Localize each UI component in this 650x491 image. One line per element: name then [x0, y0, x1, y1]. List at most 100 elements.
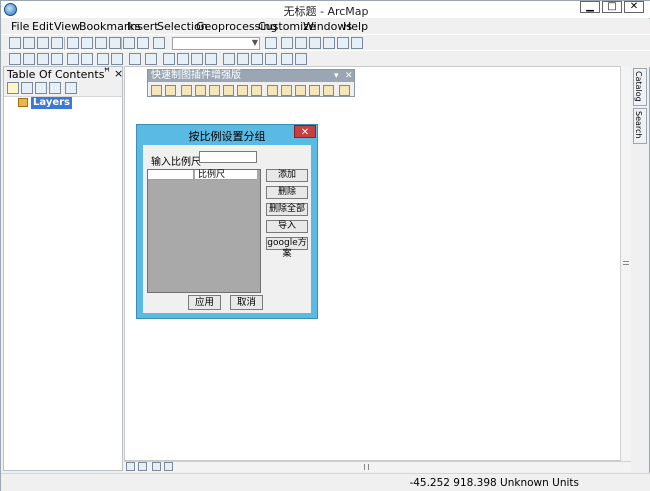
- import-button[interactable]: 导入: [266, 220, 308, 233]
- scale-label: 输入比例尺: [151, 157, 201, 168]
- plugin-tool-13-icon[interactable]: [323, 85, 334, 96]
- toolbar-close-icon[interactable]: ✕: [345, 70, 353, 82]
- copy-icon[interactable]: [81, 37, 93, 49]
- go-to-xy-icon[interactable]: [265, 53, 277, 65]
- plugin-tool-5-icon[interactable]: [209, 85, 220, 96]
- table-of-contents-icon[interactable]: [281, 37, 293, 49]
- menu-edit[interactable]: Edit: [32, 20, 53, 33]
- plugin-tool-3-icon[interactable]: [181, 85, 192, 96]
- clear-selection-icon[interactable]: [145, 53, 157, 65]
- redo-icon[interactable]: [137, 37, 149, 49]
- title-bar: 无标题 - ArcMap ▁ □ ✕: [1, 1, 650, 18]
- window-title: 无标题 - ArcMap: [283, 5, 369, 18]
- list-by-visibility-icon[interactable]: [35, 82, 47, 94]
- html-popup-icon[interactable]: [205, 53, 217, 65]
- hyperlink-icon[interactable]: [191, 53, 203, 65]
- catalog-icon[interactable]: [295, 37, 307, 49]
- minimize-button[interactable]: ▁: [580, 1, 600, 13]
- horizontal-scrollbar[interactable]: [124, 461, 631, 472]
- zoom-in-icon[interactable]: [9, 53, 21, 65]
- plugin-tool-2-icon[interactable]: [165, 85, 176, 96]
- delete-icon[interactable]: [109, 37, 121, 49]
- layout-view-icon[interactable]: [138, 462, 147, 471]
- editor-toolbar-icon[interactable]: [265, 37, 277, 49]
- list-by-source-icon[interactable]: [21, 82, 33, 94]
- list-by-selection-icon[interactable]: [49, 82, 61, 94]
- refresh-icon[interactable]: [152, 462, 161, 471]
- toc-toolbar: [4, 81, 122, 97]
- list-by-drawing-order-icon[interactable]: [7, 82, 19, 94]
- plugin-tool-9-icon[interactable]: [267, 85, 278, 96]
- search-icon[interactable]: [309, 37, 321, 49]
- back-extent-icon[interactable]: [97, 53, 109, 65]
- find-icon[interactable]: [237, 53, 249, 65]
- print-icon[interactable]: [51, 37, 63, 49]
- vertical-scrollbar[interactable]: [620, 66, 631, 461]
- measure-icon[interactable]: [223, 53, 235, 65]
- plugin-tool-11-icon[interactable]: [295, 85, 306, 96]
- pause-drawing-icon[interactable]: [164, 462, 173, 471]
- cancel-button[interactable]: 取消: [230, 295, 263, 310]
- fixed-zoom-in-icon[interactable]: [67, 53, 79, 65]
- python-icon[interactable]: [337, 37, 349, 49]
- fixed-zoom-out-icon[interactable]: [81, 53, 93, 65]
- plugin-tool-12-icon[interactable]: [309, 85, 320, 96]
- scale-input[interactable]: [199, 151, 257, 163]
- data-view-icon[interactable]: [126, 462, 135, 471]
- map-scale-combo[interactable]: ▼: [172, 37, 260, 50]
- plugin-tool-10-icon[interactable]: [281, 85, 292, 96]
- pan-icon[interactable]: [37, 53, 49, 65]
- plugin-tool-1-icon[interactable]: [151, 85, 162, 96]
- cut-icon[interactable]: [67, 37, 79, 49]
- add-data-icon[interactable]: [153, 37, 165, 49]
- identify-icon[interactable]: [177, 53, 189, 65]
- open-icon[interactable]: [23, 37, 35, 49]
- arctoolbox-icon[interactable]: [323, 37, 335, 49]
- menu-view[interactable]: View: [54, 20, 80, 33]
- toolbar-separator: [64, 37, 65, 50]
- close-button[interactable]: ✕: [624, 1, 644, 13]
- plugin-tool-6-icon[interactable]: [223, 85, 234, 96]
- menu-insert[interactable]: Insert: [127, 20, 159, 33]
- save-icon[interactable]: [37, 37, 49, 49]
- new-document-icon[interactable]: [9, 37, 21, 49]
- zoom-out-icon[interactable]: [23, 53, 35, 65]
- status-bar: -45.252 918.398 Unknown Units: [1, 473, 650, 491]
- google-scheme-button[interactable]: google方案: [266, 237, 308, 259]
- pin-icon[interactable]: ꟸ: [104, 67, 110, 78]
- plugin-tool-7-icon[interactable]: [237, 85, 248, 96]
- delete-button[interactable]: 删除: [266, 186, 308, 199]
- scale-grid[interactable]: 比例尺: [147, 169, 261, 293]
- plugin-tool-8-icon[interactable]: [251, 85, 262, 96]
- catalog-tab-label: Catalog: [634, 71, 643, 102]
- search-tab[interactable]: Search: [633, 108, 647, 144]
- right-dock: Catalog Search: [632, 66, 649, 461]
- quick-mapping-toolbar-title[interactable]: 快速制图插件增强版: [148, 70, 354, 82]
- toc-options-icon[interactable]: [65, 82, 77, 94]
- plugin-tool-14-icon[interactable]: [339, 85, 350, 96]
- undo-icon[interactable]: [123, 37, 135, 49]
- add-button[interactable]: 添加: [266, 169, 308, 182]
- viewer-window-icon[interactable]: [295, 53, 307, 65]
- modelbuilder-icon[interactable]: [351, 37, 363, 49]
- layers-label[interactable]: Layers: [31, 97, 72, 109]
- apply-button[interactable]: 应用: [188, 295, 221, 310]
- plugin-tool-4-icon[interactable]: [195, 85, 206, 96]
- time-slider-icon[interactable]: [281, 53, 293, 65]
- grid-row-header: [148, 170, 194, 180]
- paste-icon[interactable]: [95, 37, 107, 49]
- delete-all-button[interactable]: 删除全部: [266, 203, 308, 216]
- toc-close-icon[interactable]: ×: [114, 67, 123, 80]
- full-extent-icon[interactable]: [51, 53, 63, 65]
- toolbar-menu-icon[interactable]: ▾: [334, 70, 339, 82]
- select-features-icon[interactable]: [129, 53, 141, 65]
- dialog-close-button[interactable]: ✕: [294, 125, 316, 138]
- menu-file[interactable]: File: [11, 20, 29, 33]
- menu-help[interactable]: Help: [343, 20, 368, 33]
- maximize-button[interactable]: □: [602, 1, 622, 13]
- forward-extent-icon[interactable]: [111, 53, 123, 65]
- find-route-icon[interactable]: [251, 53, 263, 65]
- select-elements-icon[interactable]: [163, 53, 175, 65]
- table-of-contents-panel: Table Of Contents ꟸ × Layers: [3, 66, 123, 471]
- catalog-tab[interactable]: Catalog: [633, 68, 647, 106]
